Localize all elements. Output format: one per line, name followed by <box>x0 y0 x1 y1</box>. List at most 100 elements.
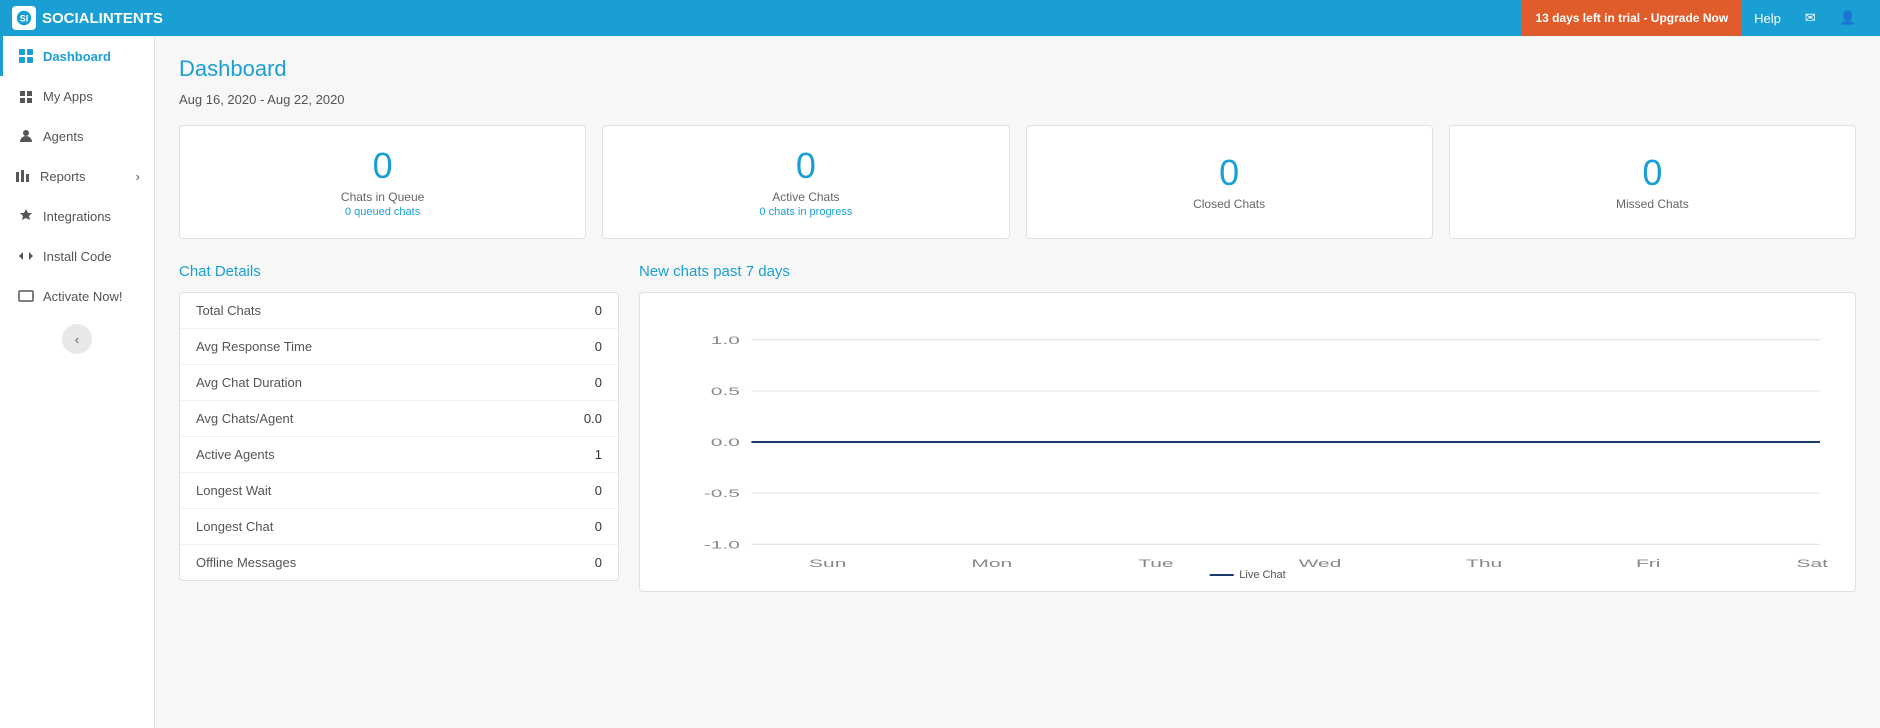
active-chats-sublabel: 0 chats in progress <box>759 206 852 218</box>
chart-svg: 1.0 0.5 0.0 -0.5 -1.0 Sun Mon Tue Wed Th… <box>656 309 1839 575</box>
sidebar: Dashboard My Apps Agents Reports › <box>0 36 155 728</box>
details-row-avg-duration: Avg Chat Duration 0 <box>180 365 618 401</box>
chart-legend: Live Chat <box>1209 569 1285 581</box>
chart-container: 1.0 0.5 0.0 -0.5 -1.0 Sun Mon Tue Wed Th… <box>639 292 1856 592</box>
total-chats-value: 0 <box>595 303 602 318</box>
offline-messages-label: Offline Messages <box>196 555 296 570</box>
svg-text:Thu: Thu <box>1466 556 1502 569</box>
sidebar-label-reports: Reports <box>40 169 86 184</box>
logo-icon: SI <box>12 6 36 30</box>
missed-chats-label: Missed Chats <box>1616 197 1689 211</box>
longest-chat-label: Longest Chat <box>196 519 273 534</box>
svg-text:0.5: 0.5 <box>711 385 740 398</box>
details-row-offline-messages: Offline Messages 0 <box>180 545 618 580</box>
reports-icon <box>14 167 32 185</box>
avg-response-label: Avg Response Time <box>196 339 312 354</box>
details-row-longest-chat: Longest Chat 0 <box>180 509 618 545</box>
closed-chats-number: 0 <box>1219 153 1239 193</box>
longest-wait-label: Longest Wait <box>196 483 271 498</box>
sidebar-label-my-apps: My Apps <box>43 89 93 104</box>
sidebar-item-dashboard[interactable]: Dashboard <box>0 36 154 76</box>
missed-chats-number: 0 <box>1642 153 1662 193</box>
longest-chat-value: 0 <box>595 519 602 534</box>
avg-duration-label: Avg Chat Duration <box>196 375 302 390</box>
active-chats-number: 0 <box>796 146 816 186</box>
sidebar-item-integrations[interactable]: Integrations <box>0 196 154 236</box>
active-chats-label: Active Chats <box>772 190 839 204</box>
chat-details-panel: Chat Details Total Chats 0 Avg Response … <box>179 263 619 592</box>
logo-text: SOCIALINTENTS <box>42 10 163 27</box>
logo: SI SOCIALINTENTS <box>12 6 163 30</box>
svg-text:Tue: Tue <box>1138 556 1173 569</box>
my-apps-icon <box>17 87 35 105</box>
reports-chevron-icon: › <box>136 169 140 184</box>
sidebar-item-activate-now[interactable]: Activate Now! <box>0 276 154 316</box>
active-agents-value: 1 <box>595 447 602 462</box>
sidebar-collapse-button[interactable]: ‹ <box>62 324 92 354</box>
stat-cards: 0 Chats in Queue 0 queued chats 0 Active… <box>179 125 1856 239</box>
svg-text:-0.5: -0.5 <box>704 487 740 500</box>
help-button[interactable]: Help <box>1742 0 1793 36</box>
avg-duration-value: 0 <box>595 375 602 390</box>
stat-card-missed-chats: 0 Missed Chats <box>1449 125 1856 239</box>
longest-wait-value: 0 <box>595 483 602 498</box>
active-agents-label: Active Agents <box>196 447 275 462</box>
layout: Dashboard My Apps Agents Reports › <box>0 36 1880 728</box>
legend-line-icon <box>1209 574 1233 576</box>
total-chats-label: Total Chats <box>196 303 261 318</box>
svg-text:0.0: 0.0 <box>711 436 740 449</box>
dashboard-icon <box>17 47 35 65</box>
chart-title: New chats past 7 days <box>639 263 1856 280</box>
avg-response-value: 0 <box>595 339 602 354</box>
sidebar-label-activate-now: Activate Now! <box>43 289 122 304</box>
avg-chats-agent-label: Avg Chats/Agent <box>196 411 293 426</box>
topbar-right: 13 days left in trial - Upgrade Now Help… <box>1521 0 1868 36</box>
stat-card-chats-in-queue: 0 Chats in Queue 0 queued chats <box>179 125 586 239</box>
details-row-avg-response: Avg Response Time 0 <box>180 329 618 365</box>
avg-chats-agent-value: 0.0 <box>584 411 602 426</box>
stat-card-active-chats: 0 Active Chats 0 chats in progress <box>602 125 1009 239</box>
sidebar-item-my-apps[interactable]: My Apps <box>0 76 154 116</box>
page-title: Dashboard <box>179 56 1856 82</box>
agents-icon <box>17 127 35 145</box>
svg-text:SI: SI <box>20 14 29 24</box>
svg-text:Fri: Fri <box>1636 556 1660 569</box>
svg-text:-1.0: -1.0 <box>704 538 740 551</box>
install-code-icon <box>17 247 35 265</box>
svg-text:Sun: Sun <box>809 556 846 569</box>
chats-in-queue-sublabel: 0 queued chats <box>345 206 420 218</box>
sidebar-item-agents[interactable]: Agents <box>0 116 154 156</box>
email-button[interactable]: ✉ <box>1793 0 1828 36</box>
legend-label: Live Chat <box>1239 569 1285 581</box>
closed-chats-label: Closed Chats <box>1193 197 1265 211</box>
offline-messages-value: 0 <box>595 555 602 570</box>
details-table: Total Chats 0 Avg Response Time 0 Avg Ch… <box>179 292 619 581</box>
details-row-longest-wait: Longest Wait 0 <box>180 473 618 509</box>
sidebar-label-integrations: Integrations <box>43 209 111 224</box>
svg-text:Sat: Sat <box>1797 556 1829 569</box>
chart-panel: New chats past 7 days 1.0 0.5 0.0 -0.5 <box>639 263 1856 592</box>
sidebar-label-dashboard: Dashboard <box>43 49 111 64</box>
svg-text:1.0: 1.0 <box>711 333 740 346</box>
main-content: Dashboard Aug 16, 2020 - Aug 22, 2020 0 … <box>155 36 1880 728</box>
user-button[interactable]: 👤 <box>1828 0 1868 36</box>
svg-text:Wed: Wed <box>1299 556 1342 569</box>
details-row-total-chats: Total Chats 0 <box>180 293 618 329</box>
details-row-active-agents: Active Agents 1 <box>180 437 618 473</box>
sidebar-item-install-code[interactable]: Install Code <box>0 236 154 276</box>
chat-details-title: Chat Details <box>179 263 619 280</box>
sidebar-label-agents: Agents <box>43 129 83 144</box>
trial-banner[interactable]: 13 days left in trial - Upgrade Now <box>1521 0 1742 36</box>
sidebar-item-reports[interactable]: Reports › <box>0 156 154 196</box>
chats-in-queue-label: Chats in Queue <box>341 190 424 204</box>
date-range: Aug 16, 2020 - Aug 22, 2020 <box>179 92 1856 107</box>
activate-now-icon <box>17 287 35 305</box>
details-row-avg-chats-agent: Avg Chats/Agent 0.0 <box>180 401 618 437</box>
integrations-icon <box>17 207 35 225</box>
sidebar-label-install-code: Install Code <box>43 249 112 264</box>
chats-in-queue-number: 0 <box>373 146 393 186</box>
bottom-section: Chat Details Total Chats 0 Avg Response … <box>179 263 1856 592</box>
svg-text:Mon: Mon <box>971 556 1012 569</box>
topbar: SI SOCIALINTENTS 13 days left in trial -… <box>0 0 1880 36</box>
stat-card-closed-chats: 0 Closed Chats <box>1026 125 1433 239</box>
